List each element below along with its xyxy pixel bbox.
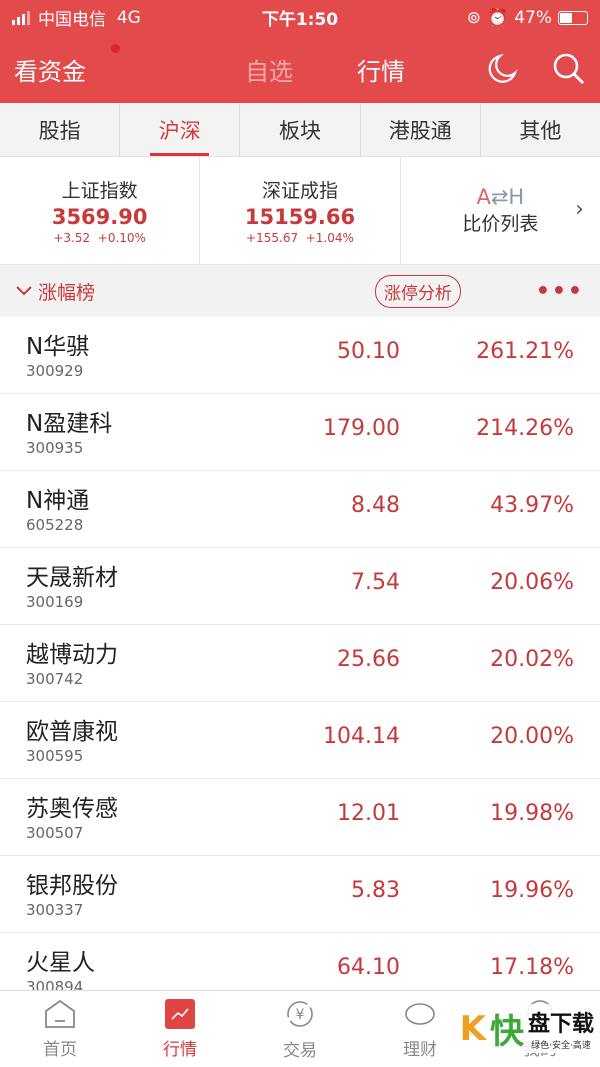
stock-price: 5.83	[351, 878, 400, 903]
ah-compare-card[interactable]: A⇄H 比价列表 ›	[401, 157, 600, 264]
stock-code: 300742	[26, 670, 84, 688]
app-header: 看资金 自选 行情	[0, 35, 600, 103]
piggy-icon	[405, 1002, 435, 1025]
index-value: 15159.66	[244, 205, 356, 229]
index-card-shanghai[interactable]: 上证指数 3569.90 +3.52 +0.10%	[0, 157, 201, 264]
yuan-icon: ¥	[287, 1000, 313, 1027]
stock-name: 越博动力	[26, 642, 118, 668]
index-name: 深证成指	[261, 180, 338, 202]
index-change: +155.67	[246, 231, 299, 245]
stock-list: N华骐 300929 50.10 261.21% N盈建科 300935 179.00 214…	[0, 317, 600, 990]
header-tab-watchlist[interactable]: 自选	[245, 52, 293, 87]
stock-price: 179.00	[323, 416, 400, 441]
chart-icon	[165, 998, 195, 1029]
stock-change-pct: 19.98%	[490, 801, 574, 826]
stock-price: 12.01	[337, 801, 400, 826]
stock-price: 50.10	[337, 339, 400, 364]
stock-change-pct: 261.21%	[476, 339, 574, 364]
top-bar: 中国电信 4G 下午1:50 ⊚ ⏰ 47% 看资金 自选 行情	[0, 0, 600, 103]
nav-label: 首页	[43, 1039, 77, 1060]
stock-code: 300169	[26, 593, 84, 611]
stock-price: 8.48	[351, 493, 400, 518]
stock-code: 605228	[26, 516, 84, 534]
stock-name: N神通	[26, 488, 90, 514]
header-tab-market[interactable]: 行情	[357, 52, 405, 87]
chevron-right-icon: ›	[575, 197, 584, 222]
stock-change-pct: 20.00%	[490, 724, 574, 749]
stock-name: 苏奥传感	[26, 796, 118, 822]
stock-change-pct: 19.96%	[490, 878, 574, 903]
stock-row[interactable]: 欧普康视 300595 104.14 20.00%	[0, 702, 600, 779]
tab-other[interactable]: 其他	[481, 103, 600, 156]
index-change: +3.52	[53, 231, 91, 245]
section-title[interactable]: 涨幅榜	[38, 278, 95, 305]
index-pct: +0.10%	[97, 231, 146, 245]
stock-code: 300894	[26, 978, 84, 990]
stock-code: 300929	[26, 362, 84, 380]
bottom-nav: 首页 行情 ¥ 交易 理财 我的 K 快 盘下载绿色·安全·高速	[0, 990, 600, 1067]
section-header: 涨幅榜 涨停分析 •••	[0, 265, 600, 317]
stock-code: 300935	[26, 439, 84, 457]
stock-row[interactable]: 火星人 300894 64.10 17.18%	[0, 933, 600, 990]
limit-up-analysis-button[interactable]: 涨停分析	[375, 275, 461, 308]
svg-text:¥: ¥	[296, 1007, 305, 1023]
stock-code: 300337	[26, 901, 84, 919]
chevron-down-icon[interactable]	[16, 286, 32, 296]
stock-name: N盈建科	[26, 411, 113, 437]
stock-name: 天晟新材	[26, 565, 118, 591]
more-icon[interactable]: •••	[536, 279, 584, 304]
nav-label: 行情	[163, 1039, 197, 1060]
stock-row[interactable]: N华骐 300929 50.10 261.21%	[0, 317, 600, 394]
index-pct: +1.04%	[305, 231, 354, 245]
stock-price: 64.10	[337, 955, 400, 980]
ah-label: 比价列表	[462, 213, 539, 235]
stock-name: N华骐	[26, 334, 90, 360]
tab-sector[interactable]: 板块	[240, 103, 361, 156]
nav-label: 交易	[283, 1040, 317, 1061]
stock-name: 火星人	[26, 950, 95, 976]
stock-code: 300507	[26, 824, 84, 842]
tab-sh-sz[interactable]: 沪深	[120, 103, 241, 156]
stock-change-pct: 214.26%	[476, 416, 574, 441]
stock-row[interactable]: N神通 605228 8.48 43.97%	[0, 471, 600, 548]
index-cards: 上证指数 3569.90 +3.52 +0.10% 深证成指 15159.66 …	[0, 157, 600, 265]
stock-name: 银邦股份	[26, 873, 118, 899]
ah-logo-icon: A⇄H	[476, 185, 525, 209]
index-card-shenzhen[interactable]: 深证成指 15159.66 +155.67 +1.04%	[200, 157, 401, 264]
index-value: 3569.90	[51, 205, 148, 229]
nav-trade[interactable]: ¥ 交易	[240, 991, 360, 1067]
stock-code: 300595	[26, 747, 84, 765]
stock-price: 7.54	[351, 570, 400, 595]
stock-price: 104.14	[323, 724, 400, 749]
tab-hk-connect[interactable]: 港股通	[361, 103, 481, 156]
nav-label: 理财	[403, 1039, 437, 1060]
stock-row[interactable]: 越博动力 300742 25.66 20.02%	[0, 625, 600, 702]
stock-price: 25.66	[337, 647, 400, 672]
nav-home[interactable]: 首页	[0, 991, 120, 1067]
clock: 下午1:50	[261, 10, 339, 30]
tab-index[interactable]: 股指	[0, 103, 121, 156]
stock-row[interactable]: 苏奥传感 300507 12.01 19.98%	[0, 779, 600, 856]
market-tabs: 股指 沪深 板块 港股通 其他	[0, 103, 600, 157]
moon-icon[interactable]	[486, 53, 518, 85]
nav-market[interactable]: 行情	[120, 991, 240, 1067]
stock-change-pct: 20.02%	[490, 647, 574, 672]
stock-change-pct: 17.18%	[490, 955, 574, 980]
stock-row[interactable]: 银邦股份 300337 5.83 19.96%	[0, 856, 600, 933]
stock-change-pct: 20.06%	[490, 570, 574, 595]
search-icon[interactable]	[552, 52, 586, 86]
watermark-logo: K 快 盘下载 绿色·安全·高速	[459, 1004, 594, 1053]
status-bar: 中国电信 4G 下午1:50 ⊚ ⏰ 47%	[0, 0, 600, 35]
stock-name: 欧普康视	[26, 719, 118, 745]
stock-row[interactable]: N盈建科 300935 179.00 214.26%	[0, 394, 600, 471]
stock-row[interactable]: 天晟新材 300169 7.54 20.06%	[0, 548, 600, 625]
stock-change-pct: 43.97%	[490, 493, 574, 518]
index-name: 上证指数	[61, 180, 138, 202]
home-icon	[45, 999, 75, 1028]
